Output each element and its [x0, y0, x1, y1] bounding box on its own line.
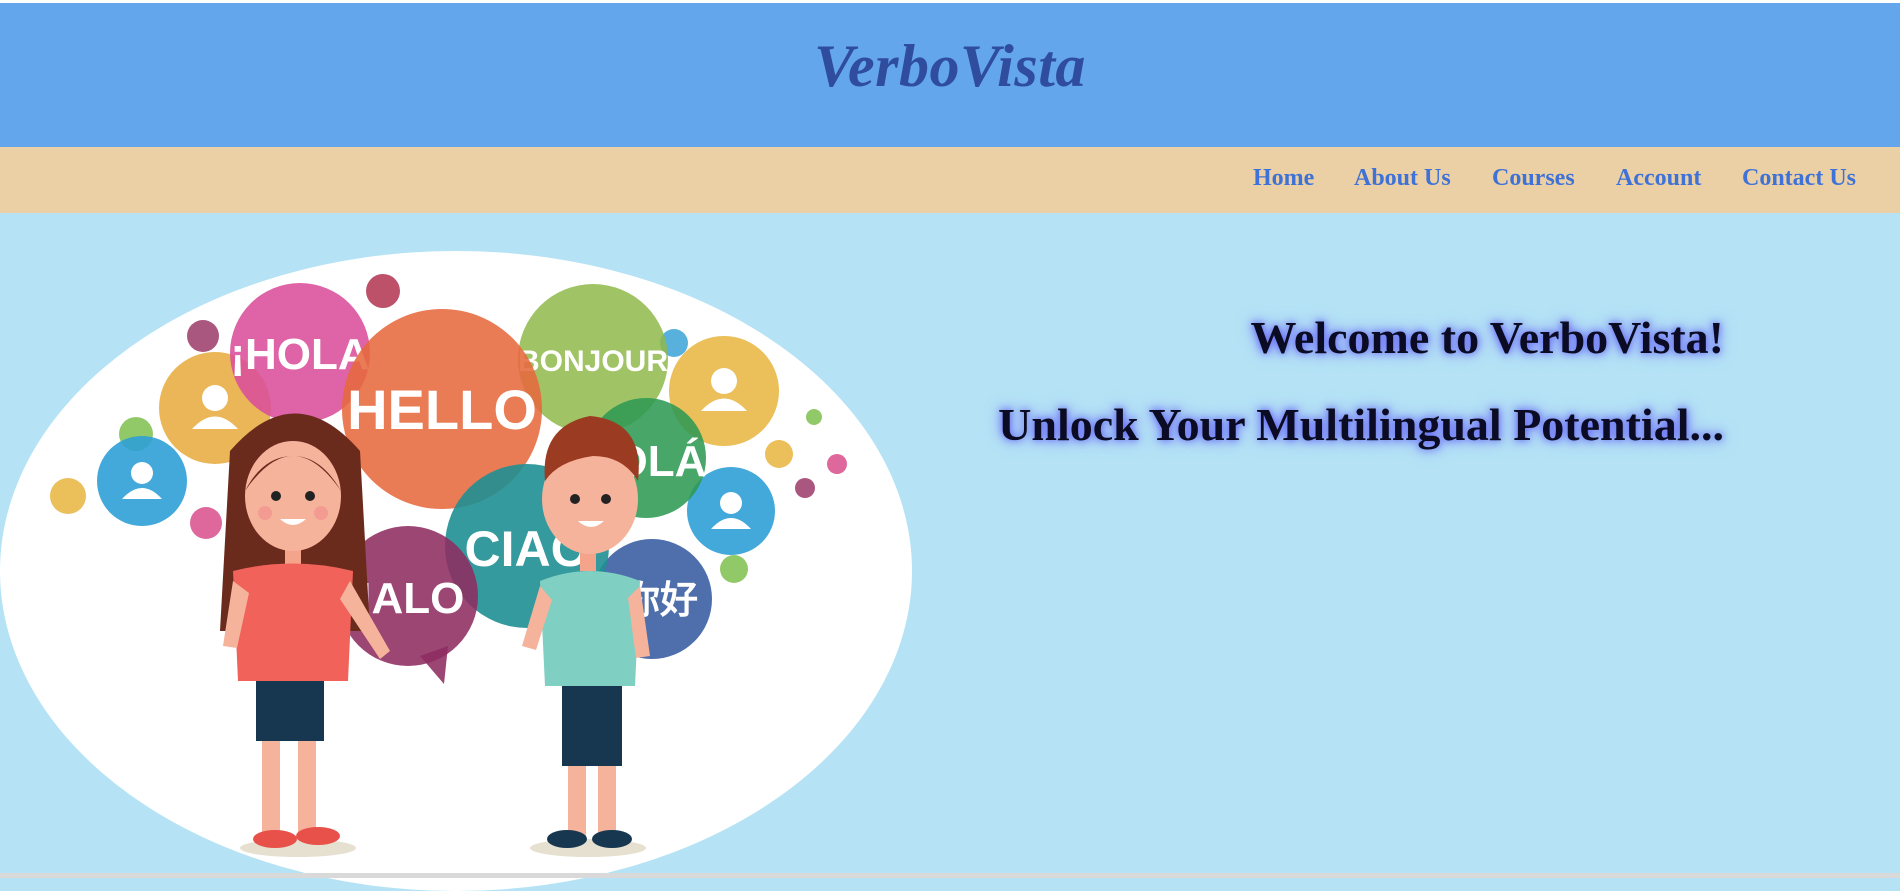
nav-contact-us[interactable]: Contact Us — [1742, 165, 1856, 192]
welcome-heading: Welcome to VerboVista! — [1250, 312, 1724, 363]
nav-courses[interactable]: Courses — [1492, 165, 1575, 192]
nav-home[interactable]: Home — [1253, 165, 1314, 192]
dot-decoration — [190, 507, 222, 539]
girl-figure — [220, 413, 390, 857]
site-header: VerboVista — [0, 3, 1900, 147]
dot-decoration — [765, 440, 793, 468]
dot-decoration — [795, 478, 815, 498]
hero-section: ¡HOLA BONJOUR OLÁ HELLO 你好 CIAO HALO Wel… — [0, 213, 1900, 891]
nav-account[interactable]: Account — [1616, 165, 1701, 192]
dot-decoration — [806, 409, 822, 425]
dot-decoration — [50, 478, 86, 514]
svg-text:HELLO: HELLO — [347, 378, 537, 441]
hero-illustration: ¡HOLA BONJOUR OLÁ HELLO 你好 CIAO HALO — [0, 251, 912, 891]
nav-about-us[interactable]: About Us — [1354, 165, 1451, 192]
brand-logo-text[interactable]: VerboVista — [814, 32, 1086, 101]
svg-text:¡HOLA: ¡HOLA — [230, 330, 369, 379]
language-bubbles-illustration: ¡HOLA BONJOUR OLÁ HELLO 你好 CIAO HALO — [50, 274, 847, 857]
dot-decoration — [720, 555, 748, 583]
bottom-scrollbar-edge — [0, 873, 1900, 878]
dot-decoration — [366, 274, 400, 308]
main-nav: Home About Us Courses Account Contact Us — [0, 147, 1900, 213]
svg-text:BONJOUR: BONJOUR — [518, 345, 668, 378]
person-bubble — [97, 436, 187, 526]
dot-decoration — [187, 320, 219, 352]
tagline-heading: Unlock Your Multilingual Potential... — [998, 399, 1724, 450]
dot-decoration — [827, 454, 847, 474]
